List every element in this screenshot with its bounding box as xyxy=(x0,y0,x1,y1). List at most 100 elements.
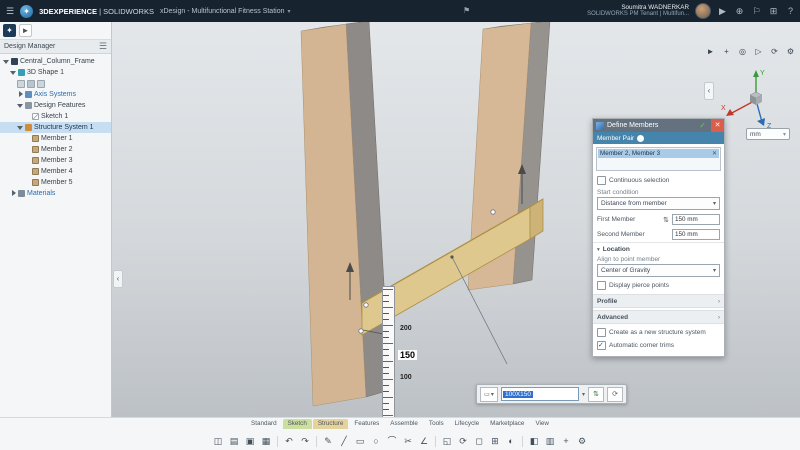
section-toggle-icon[interactable] xyxy=(37,80,45,88)
insert-tool-icon[interactable]: + xyxy=(721,46,732,57)
insert-icon[interactable]: + xyxy=(559,434,573,448)
align-select[interactable]: Center of Gravity ▾ xyxy=(597,264,720,277)
close-button[interactable]: ✕ xyxy=(711,119,724,132)
expander-icon[interactable] xyxy=(10,69,17,76)
expander-icon[interactable] xyxy=(17,91,24,98)
user-avatar[interactable] xyxy=(695,3,711,19)
pattern-icon[interactable]: ⊞ xyxy=(488,434,502,448)
tab-features[interactable]: Features xyxy=(349,419,384,429)
tag-icon[interactable]: ⚑ xyxy=(463,6,470,15)
paste-icon[interactable]: ◫ xyxy=(211,434,225,448)
user-text[interactable]: Soumitra WADNERKAR SOLIDWORKS PM Tenant … xyxy=(587,4,689,19)
tab-structure[interactable]: Structure xyxy=(313,419,349,429)
first-member-input[interactable] xyxy=(672,214,720,225)
expander-icon[interactable] xyxy=(3,58,10,65)
section-icon[interactable]: ◧ xyxy=(527,434,541,448)
continuous-selection-checkbox[interactable] xyxy=(597,176,606,185)
tab-assemble[interactable]: Assemble xyxy=(385,419,423,429)
expander-icon[interactable] xyxy=(10,190,17,197)
profile-size-input[interactable]: 100X150 xyxy=(501,387,579,401)
member-point-handle[interactable] xyxy=(491,210,495,214)
display-style-icon[interactable]: ◎ xyxy=(737,46,748,57)
compass-icon[interactable]: ✦ xyxy=(3,24,16,37)
caret-down-icon[interactable]: ▾ xyxy=(582,391,585,398)
viewport-settings-icon[interactable]: ⚙ xyxy=(785,46,796,57)
tree-item-member-1[interactable]: Member 1 xyxy=(0,133,111,144)
sketch-icon[interactable]: ✎ xyxy=(321,434,335,448)
member-pair-listbox[interactable]: Member 2, Member 3 ✕ xyxy=(596,147,721,171)
tab-marketplace[interactable]: Marketplace xyxy=(485,419,529,429)
appearance-icon[interactable]: ▥ xyxy=(543,434,557,448)
remove-selection-icon[interactable]: ✕ xyxy=(712,150,717,157)
tree-item-3d-shape[interactable]: 3D Shape 1 xyxy=(0,67,111,78)
tab-tools[interactable]: Tools xyxy=(424,419,449,429)
shell-icon[interactable]: ◻ xyxy=(472,434,486,448)
tree-item-member-5[interactable]: Member 5 xyxy=(0,177,111,188)
tab-standard[interactable]: Standard xyxy=(246,419,282,429)
redo-icon[interactable]: ↷ xyxy=(298,434,312,448)
arc-icon[interactable]: ⌒ xyxy=(385,434,399,448)
rectangle-icon[interactable]: ▭ xyxy=(353,434,367,448)
member-point-handle[interactable] xyxy=(359,329,363,333)
play-media-icon[interactable]: ▶ xyxy=(717,6,728,17)
sidebar-collapse-chevron[interactable]: ‹ xyxy=(113,270,123,288)
undo-icon[interactable]: ↶ xyxy=(282,434,296,448)
select-tool-icon[interactable]: ► xyxy=(19,24,32,37)
placement-ruler[interactable] xyxy=(382,286,395,422)
tree-item-design-features[interactable]: Design Features xyxy=(0,100,111,111)
expander-icon[interactable] xyxy=(17,102,24,109)
ok-button[interactable]: ✓ xyxy=(699,121,706,130)
tree-item-member-4[interactable]: Member 4 xyxy=(0,166,111,177)
tree-item-axis-systems[interactable]: Axis Systems xyxy=(0,89,111,100)
main-menu-icon[interactable]: ☰ xyxy=(6,6,14,17)
profile-accordion[interactable]: Profile › xyxy=(593,294,724,308)
pierce-points-checkbox[interactable] xyxy=(597,281,606,290)
tree-item-member-3[interactable]: Member 3 xyxy=(0,155,111,166)
start-condition-select[interactable]: Distance from member ▾ xyxy=(597,197,720,210)
app-title[interactable]: xDesign - Multifunctional Fitness Statio… xyxy=(160,8,291,15)
select-tool-icon[interactable]: ► xyxy=(705,46,716,57)
visibility-toggle-icon[interactable] xyxy=(17,80,25,88)
flip-profile-button[interactable]: ⇅ xyxy=(588,387,604,402)
tree-item-materials[interactable]: Materials xyxy=(0,188,111,199)
dialog-title-bar[interactable]: Define Members ✓ ✕ xyxy=(593,119,724,132)
tab-lifecycle[interactable]: Lifecycle xyxy=(450,419,485,429)
view-compass[interactable]: X Y Z xyxy=(716,64,794,130)
tab-sketch[interactable]: Sketch xyxy=(283,419,312,429)
tree-item-central-column-frame[interactable]: Central_Column_Frame xyxy=(0,56,111,67)
line-icon[interactable]: ╱ xyxy=(337,434,351,448)
image-icon[interactable]: ▦ xyxy=(259,434,273,448)
flip-direction-icon[interactable]: ⇅ xyxy=(663,216,669,224)
rotate-profile-button[interactable]: ⟳ xyxy=(607,387,623,402)
tree-item-sketch-1[interactable]: Sketch 1 xyxy=(0,111,111,122)
refresh-icon[interactable]: ⟳ xyxy=(769,46,780,57)
play-icon[interactable]: ▷ xyxy=(753,46,764,57)
create-new-system-checkbox[interactable] xyxy=(597,328,606,337)
selected-member-pair[interactable]: Member 2, Member 3 ✕ xyxy=(598,149,719,158)
design-manager-header[interactable]: Design Manager ☰ xyxy=(0,39,111,54)
notifications-icon[interactable]: ⚐ xyxy=(751,6,762,17)
revolve-icon[interactable]: ⟳ xyxy=(456,434,470,448)
tree-item-member-2[interactable]: Member 2 xyxy=(0,144,111,155)
display-mode-toggle-icon[interactable] xyxy=(27,80,35,88)
panel-menu-icon[interactable]: ☰ xyxy=(99,41,107,52)
open-icon[interactable]: ▤ xyxy=(227,434,241,448)
extrude-icon[interactable]: ◱ xyxy=(440,434,454,448)
circle-icon[interactable]: ○ xyxy=(369,434,383,448)
corner-trims-checkbox[interactable] xyxy=(597,341,606,350)
settings-icon[interactable]: ⚙ xyxy=(575,434,589,448)
save-icon[interactable]: ▣ xyxy=(243,434,257,448)
right-panel-collapse-chevron[interactable]: ‹ xyxy=(704,82,714,100)
units-select[interactable]: mm ▾ xyxy=(746,128,790,140)
expander-icon[interactable] xyxy=(17,124,24,131)
apps-grid-icon[interactable]: ⊞ xyxy=(768,6,779,17)
trim-icon[interactable]: ✂ xyxy=(401,434,415,448)
advanced-accordion[interactable]: Advanced › xyxy=(593,310,724,324)
tree-item-structure-system[interactable]: Structure System 1 xyxy=(0,122,111,133)
tab-view[interactable]: View xyxy=(530,419,554,429)
mirror-icon[interactable]: ◐ xyxy=(504,434,518,448)
profile-style-button[interactable]: ▭▾ xyxy=(480,387,498,402)
member-point-handle[interactable] xyxy=(364,303,368,307)
dimension-icon[interactable]: ∠ xyxy=(417,434,431,448)
location-section-header[interactable]: ▾ Location xyxy=(593,242,724,254)
